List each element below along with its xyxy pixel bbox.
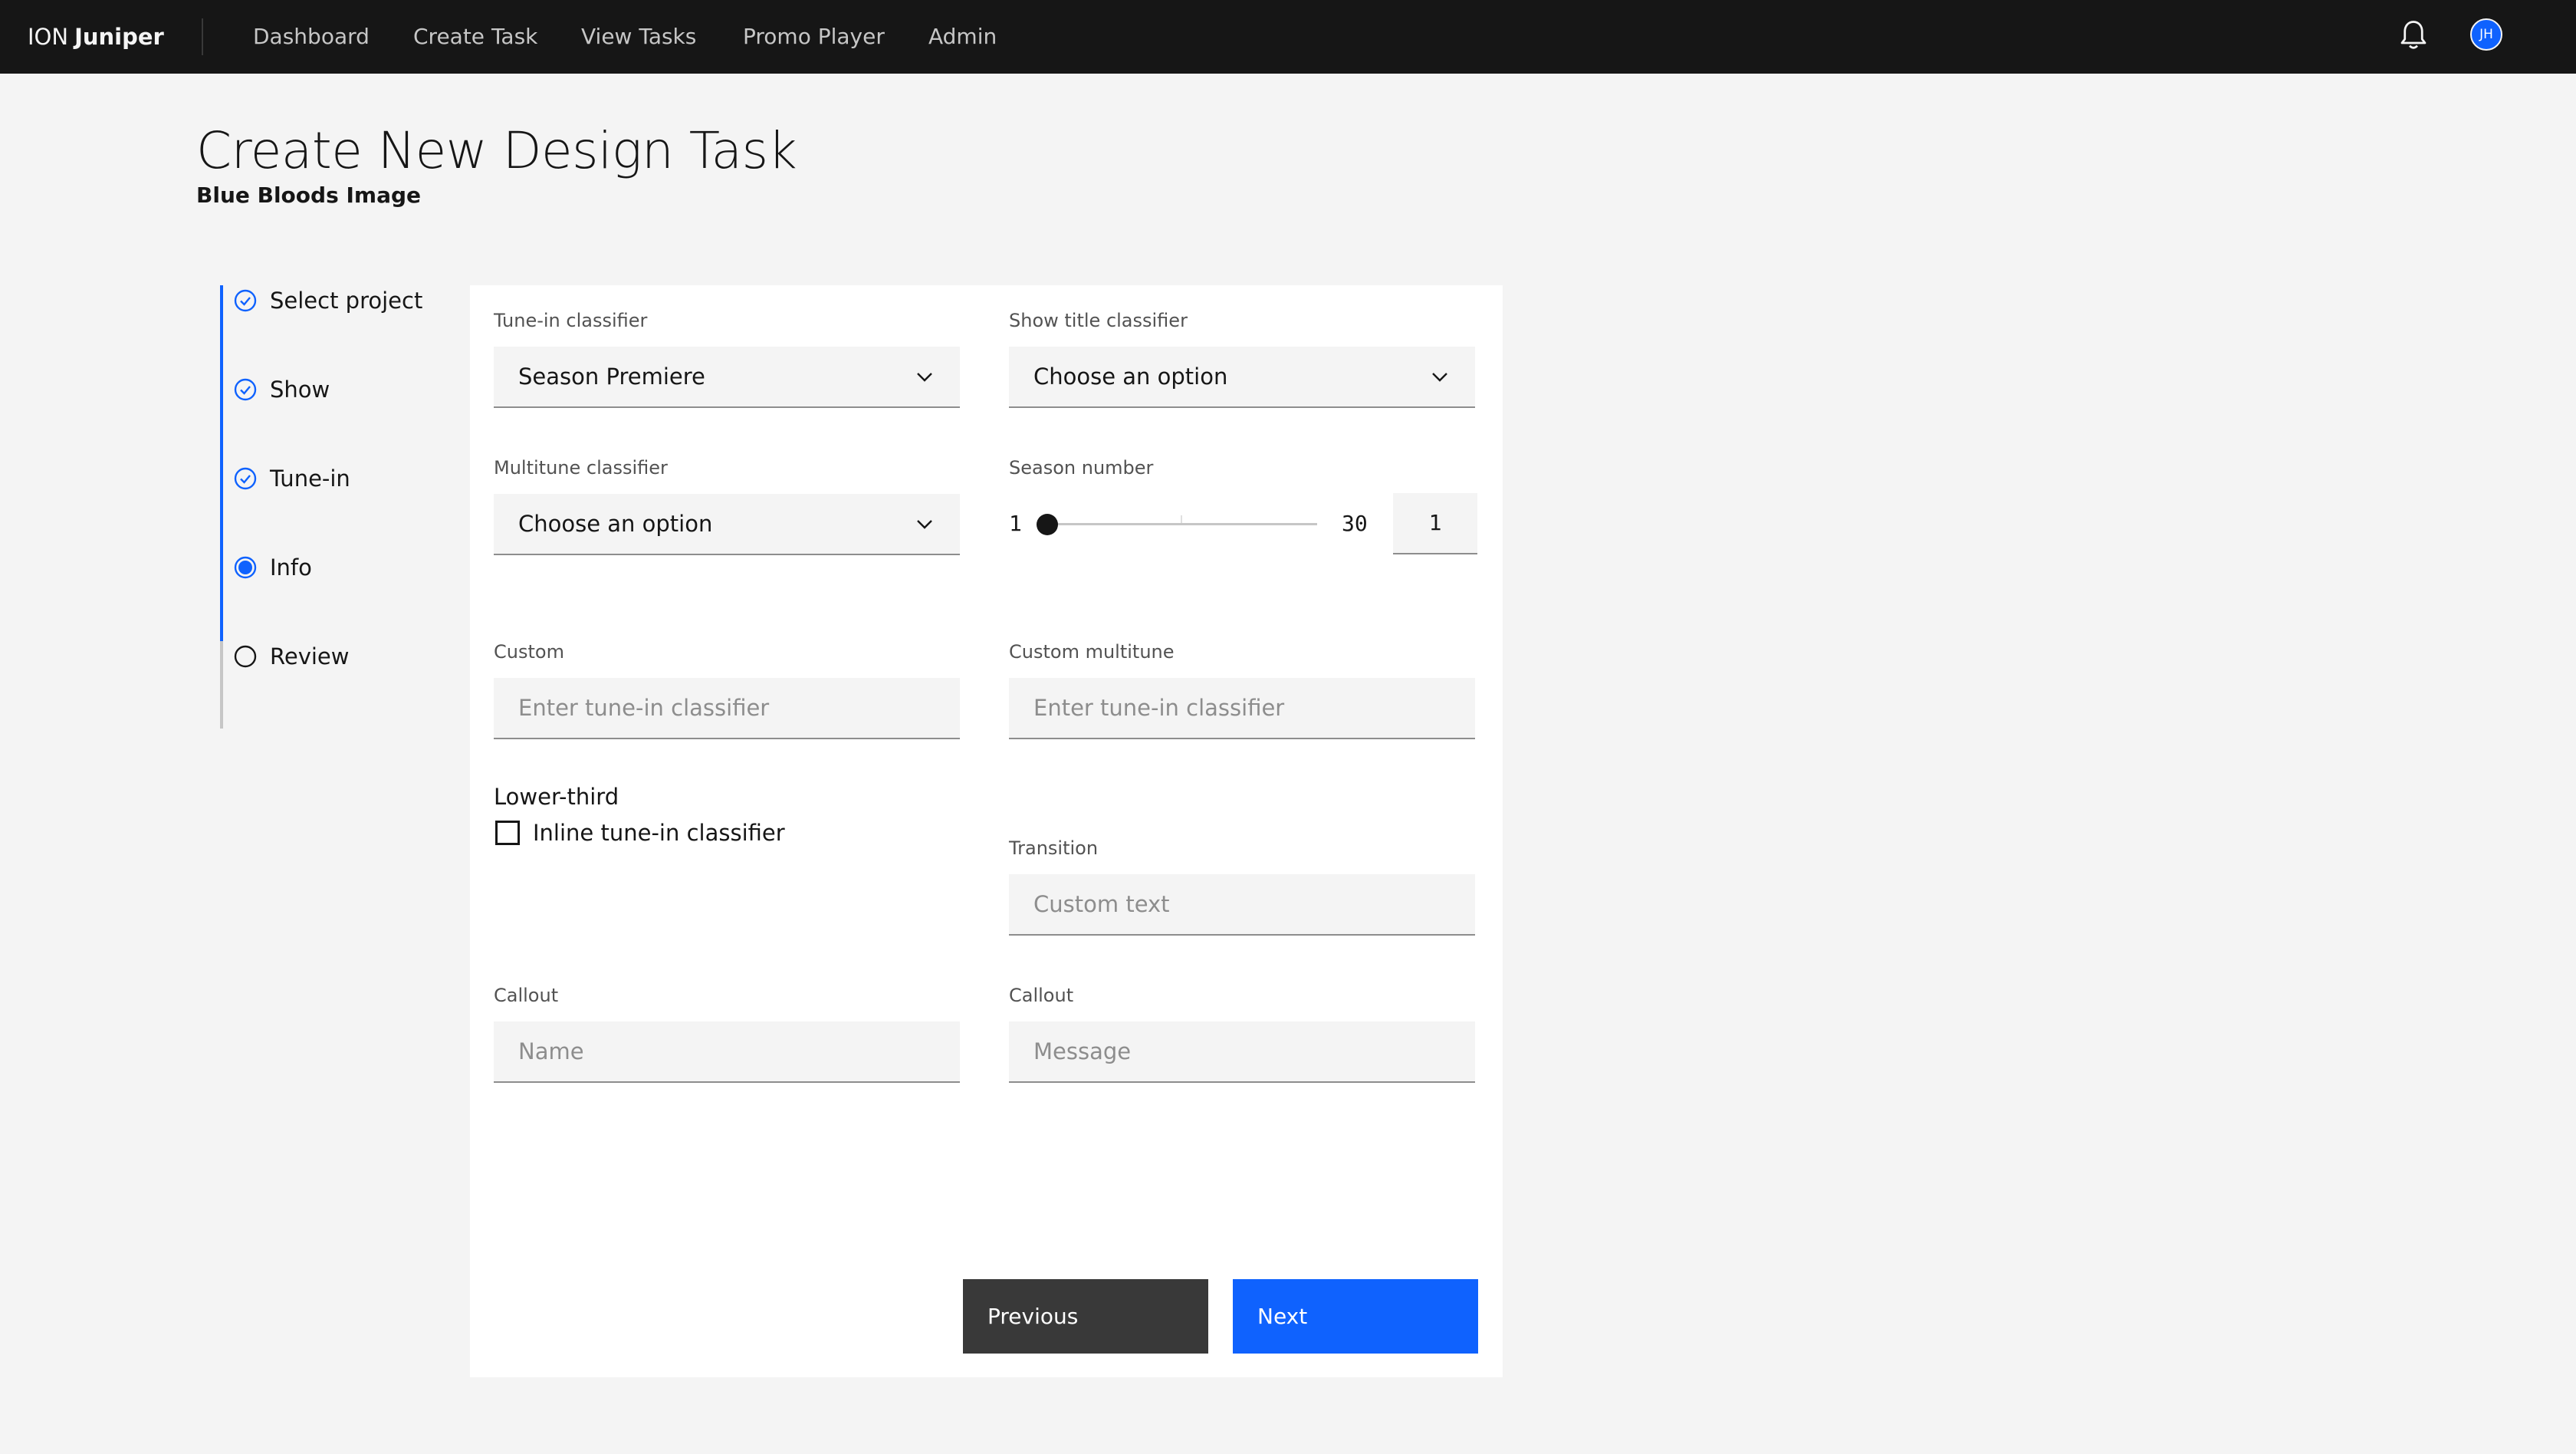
season-number-input[interactable]: 1 bbox=[1393, 493, 1477, 554]
slider-tick bbox=[1181, 515, 1182, 523]
callout-name-input[interactable]: Name bbox=[494, 1021, 960, 1083]
user-avatar[interactable]: JH bbox=[2470, 18, 2502, 51]
step-label: Review bbox=[270, 643, 350, 669]
nav-item-view-tasks[interactable]: View Tasks bbox=[581, 0, 696, 74]
checkmark-outline-icon bbox=[234, 378, 257, 401]
step-info[interactable]: Info bbox=[230, 544, 429, 590]
next-button[interactable]: Next bbox=[1233, 1279, 1478, 1354]
input-placeholder: Message bbox=[1033, 1038, 1132, 1064]
step-label: Tune-in bbox=[270, 465, 350, 492]
custom-label: Custom bbox=[494, 641, 564, 663]
checkmark-outline-icon bbox=[234, 467, 257, 490]
select-value: Choose an option bbox=[518, 511, 713, 537]
season-slider-thumb[interactable] bbox=[1037, 514, 1058, 535]
nav-item-dashboard[interactable]: Dashboard bbox=[253, 0, 370, 74]
current-step-icon bbox=[234, 556, 257, 579]
transition-input[interactable]: Custom text bbox=[1009, 874, 1475, 936]
season-slider-track[interactable] bbox=[1047, 523, 1317, 525]
tunein-classifier-select[interactable]: Season Premiere bbox=[494, 347, 960, 408]
chevron-down-icon bbox=[917, 520, 932, 529]
multitune-classifier-select[interactable]: Choose an option bbox=[494, 494, 960, 555]
input-placeholder: Custom text bbox=[1033, 891, 1170, 917]
inline-tunein-checkbox[interactable] bbox=[495, 821, 520, 845]
custom-input[interactable]: Enter tune-in classifier bbox=[494, 678, 960, 739]
progress-line-complete bbox=[220, 285, 223, 641]
inline-tunein-checkbox-label[interactable]: Inline tune-in classifier bbox=[533, 816, 785, 850]
multitune-classifier-label: Multitune classifier bbox=[494, 457, 668, 479]
tunein-classifier-label: Tune-in classifier bbox=[494, 310, 648, 331]
callout-message-label: Callout bbox=[1009, 985, 1074, 1006]
brand-name: Juniper bbox=[74, 24, 164, 50]
previous-button[interactable]: Previous bbox=[963, 1279, 1208, 1354]
step-select-project[interactable]: Select project bbox=[230, 278, 429, 324]
transition-label: Transition bbox=[1009, 837, 1099, 859]
header-divider bbox=[202, 18, 203, 55]
season-number-label: Season number bbox=[1009, 457, 1154, 479]
callout-message-input[interactable]: Message bbox=[1009, 1021, 1475, 1083]
input-placeholder: Enter tune-in classifier bbox=[518, 695, 770, 721]
step-label: Select project bbox=[270, 288, 423, 314]
brand-logo[interactable]: ION Juniper bbox=[28, 0, 164, 74]
slider-min-label: 1 bbox=[1009, 511, 1022, 536]
checkmark-outline-icon bbox=[234, 289, 257, 312]
top-header: ION Juniper Dashboard Create Task View Ta… bbox=[0, 0, 2576, 74]
input-placeholder: Name bbox=[518, 1038, 584, 1064]
nav-item-create-task[interactable]: Create Task bbox=[413, 0, 537, 74]
nav-item-admin[interactable]: Admin bbox=[928, 0, 997, 74]
input-placeholder: Enter tune-in classifier bbox=[1033, 695, 1285, 721]
step-show[interactable]: Show bbox=[230, 367, 429, 413]
custom-multitune-label: Custom multitune bbox=[1009, 641, 1175, 663]
step-label: Info bbox=[270, 554, 312, 581]
progress-line-incomplete bbox=[220, 641, 223, 729]
brand-prefix: ION bbox=[28, 24, 69, 50]
select-value: Choose an option bbox=[1033, 364, 1228, 390]
page-subtitle: Blue Bloods Image bbox=[196, 183, 422, 208]
show-title-classifier-select[interactable]: Choose an option bbox=[1009, 347, 1475, 408]
step-tune-in[interactable]: Tune-in bbox=[230, 456, 429, 502]
custom-multitune-input[interactable]: Enter tune-in classifier bbox=[1009, 678, 1475, 739]
lower-third-label: Lower-third bbox=[494, 784, 619, 810]
circle-outline-icon bbox=[234, 645, 257, 668]
bell-icon[interactable] bbox=[2398, 18, 2429, 52]
select-value: Season Premiere bbox=[518, 364, 705, 390]
show-title-classifier-label: Show title classifier bbox=[1009, 310, 1188, 331]
chevron-down-icon bbox=[917, 373, 932, 382]
chevron-down-icon bbox=[1432, 373, 1447, 382]
step-label: Show bbox=[270, 377, 330, 403]
callout-name-label: Callout bbox=[494, 985, 559, 1006]
page-title: Create New Design Task bbox=[196, 121, 797, 180]
nav-item-promo-player[interactable]: Promo Player bbox=[743, 0, 885, 74]
slider-max-label: 30 bbox=[1342, 511, 1368, 536]
step-review[interactable]: Review bbox=[230, 633, 429, 679]
